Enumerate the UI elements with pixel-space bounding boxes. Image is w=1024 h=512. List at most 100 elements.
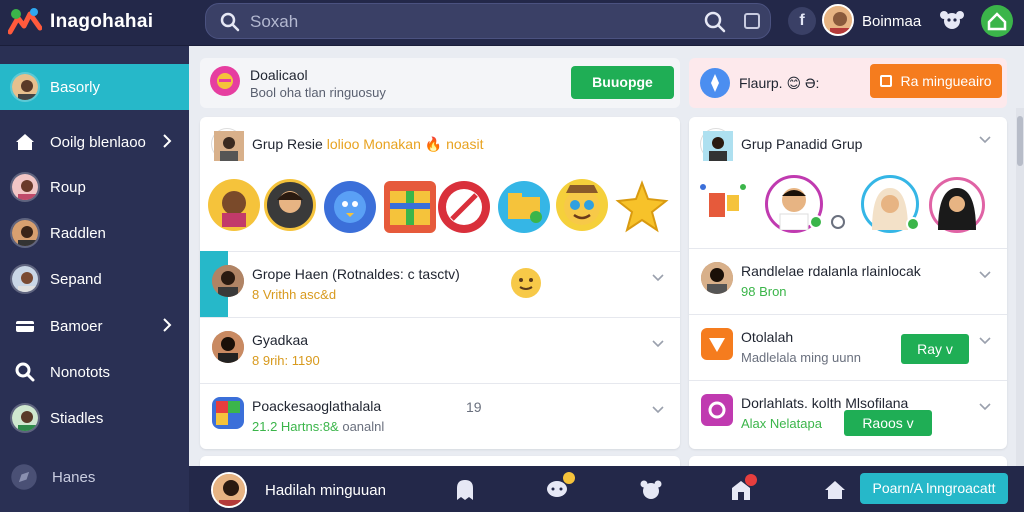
banner-title: Flaurp. 😊 Ə:	[739, 75, 820, 91]
star-sticker-icon[interactable]	[614, 179, 669, 233]
sticker-avatar[interactable]	[208, 179, 260, 231]
app-icon	[212, 397, 244, 429]
chevron-down-icon[interactable]	[652, 405, 664, 415]
community-icon[interactable]	[938, 7, 966, 35]
bottom-bar: Hadilah minguuan Poarn/A lnngroacatt	[189, 466, 1024, 512]
chevron-down-icon[interactable]	[979, 135, 991, 145]
expand-icon[interactable]	[744, 13, 760, 29]
bottom-label: Hadilah minguuan	[265, 482, 386, 499]
notification-badge	[745, 474, 757, 486]
sidebar-item-label: Stiadles	[50, 409, 104, 427]
banner-left: Doalicaol Bool oha tlan ringuosuy Buuopg…	[200, 58, 680, 108]
chevron-down-icon[interactable]	[979, 402, 991, 412]
sidebar-item-hanes[interactable]: Hanes	[0, 454, 189, 500]
list-item[interactable]: Dorlahlats. kolth Mlsofilana Alax Nelata…	[689, 380, 1007, 446]
sidebar-item-label: Hanes	[52, 468, 96, 486]
search-submit-icon[interactable]	[704, 11, 726, 33]
bottom-action-button[interactable]: Poarn/A lnngroacatt	[860, 473, 1008, 504]
scrollbar-thumb[interactable]	[1017, 116, 1023, 166]
chevron-down-icon[interactable]	[979, 270, 991, 280]
chevron-right-icon	[163, 318, 172, 332]
chevron-down-icon[interactable]	[652, 273, 664, 283]
sidebar-item-bamoer[interactable]: Bamoer	[0, 303, 189, 349]
chat-icon[interactable]	[829, 215, 847, 229]
ghost-icon[interactable]	[453, 478, 477, 502]
chevron-down-icon[interactable]	[979, 336, 991, 346]
banner-title: Doalicaol	[250, 67, 308, 83]
avatar	[212, 265, 244, 297]
home-icon[interactable]	[981, 5, 1013, 37]
sidebar-item-nonotots[interactable]: Nonotots	[0, 349, 189, 395]
list-item[interactable]: Gyadkaa 8 9rih: 1190	[200, 317, 680, 383]
row-subtitle: 8 9rih: 1190	[252, 353, 320, 368]
avatar	[701, 262, 733, 294]
row-count: 19	[466, 399, 482, 415]
sidebar-item-raddlen[interactable]: Raddlen	[0, 210, 189, 256]
sidebar-item-label: Roup	[50, 178, 86, 196]
online-badge	[906, 217, 920, 231]
row-title: Otolalah	[741, 329, 794, 345]
sticker-avatar[interactable]	[264, 179, 316, 231]
user-avatar[interactable]	[822, 4, 854, 36]
avatar[interactable]	[211, 472, 247, 508]
row-action-button[interactable]: Raoos v	[844, 410, 932, 436]
sidebar-item-roup[interactable]: Roup	[0, 164, 189, 210]
row-title: Poackesaoglathalala	[252, 398, 382, 414]
row-subtitle: 98 Bron	[741, 284, 787, 299]
row-title: Randlelae rdalanla rlainlocak	[741, 263, 921, 279]
sidebar-item-sepand[interactable]: Sepand	[0, 256, 189, 302]
facebook-icon[interactable]: f	[788, 7, 816, 35]
search-input[interactable]	[250, 10, 670, 34]
list-item[interactable]: Poackesaoglathalala 21.2 Hartns:8& oanal…	[200, 383, 680, 449]
row-subtitle: Alax Nelatapa	[741, 416, 822, 431]
sidebar: Basorly Ooilg blenlaoo Roup Raddlen Sepa…	[0, 46, 189, 512]
smile-emoji-icon	[510, 267, 542, 299]
sidebar-item-stiadles[interactable]: Stiadles	[0, 395, 189, 441]
list-item[interactable]: Randlelae rdalanla rlainlocak 98 Bron	[689, 248, 1007, 314]
sidebar-item-basorly[interactable]: Basorly	[0, 64, 189, 110]
confetti-sticker-icon	[697, 181, 749, 223]
search-bar[interactable]	[205, 3, 771, 39]
home-icon[interactable]	[823, 478, 847, 502]
camera-icon	[701, 394, 733, 426]
sidebar-item-label: Sepand	[50, 270, 102, 288]
row-subtitle: 8 Vrithh asc&d	[252, 287, 337, 302]
avatar	[701, 129, 733, 161]
search-icon	[220, 12, 240, 32]
bird-sticker-icon[interactable]	[324, 181, 376, 233]
compass-icon	[700, 68, 730, 98]
user-name[interactable]: Boinmaa	[862, 13, 921, 30]
card-header: Grup Resie lolioo Monakan 🔥 noasit	[212, 129, 483, 161]
sidebar-item-label: Bamoer	[50, 317, 103, 335]
community-icon[interactable]	[639, 478, 663, 502]
avatar	[10, 172, 40, 202]
member-avatar[interactable]	[929, 177, 985, 233]
group-card-left: Grup Resie lolioo Monakan 🔥 noasit Grope…	[200, 117, 680, 449]
scrollbar[interactable]	[1016, 108, 1024, 508]
gift-sticker-icon[interactable]	[384, 181, 436, 233]
sidebar-item-label: Basorly	[50, 78, 101, 96]
sidebar-item-label: Raddlen	[50, 224, 106, 242]
chevron-right-icon	[163, 134, 172, 148]
no-sign-sticker-icon[interactable]	[438, 181, 490, 233]
app-icon	[701, 328, 733, 360]
app-logo[interactable]	[8, 6, 42, 40]
row-action-button[interactable]: Ray v	[901, 334, 969, 364]
emoji-sticker-icon[interactable]	[556, 179, 608, 231]
sidebar-item-label: Nonotots	[50, 363, 111, 381]
search-icon	[15, 362, 35, 382]
chevron-down-icon[interactable]	[652, 339, 664, 349]
avatar	[10, 72, 40, 102]
app-title: Inagohahai	[50, 11, 154, 32]
banner-action-button[interactable]: Ra mingueairo	[870, 64, 1002, 98]
list-item[interactable]: Grope Haen (Rotnaldes: c tasctv) 8 Vrith…	[200, 251, 680, 317]
event-icon	[210, 66, 240, 96]
row-title: Dorlahlats. kolth Mlsofilana	[741, 395, 909, 411]
sidebar-item-ooilg[interactable]: Ooilg blenlaoo	[0, 119, 189, 165]
avatar	[10, 403, 40, 433]
list-item[interactable]: Otolalah Madlelala ming uunn Ray v	[689, 314, 1007, 380]
folder-sticker-icon[interactable]	[498, 181, 550, 233]
card-header: Grup Panadid Grup	[701, 129, 862, 161]
banner-action-button[interactable]: Buuopge	[571, 66, 674, 99]
notification-badge	[563, 472, 575, 484]
